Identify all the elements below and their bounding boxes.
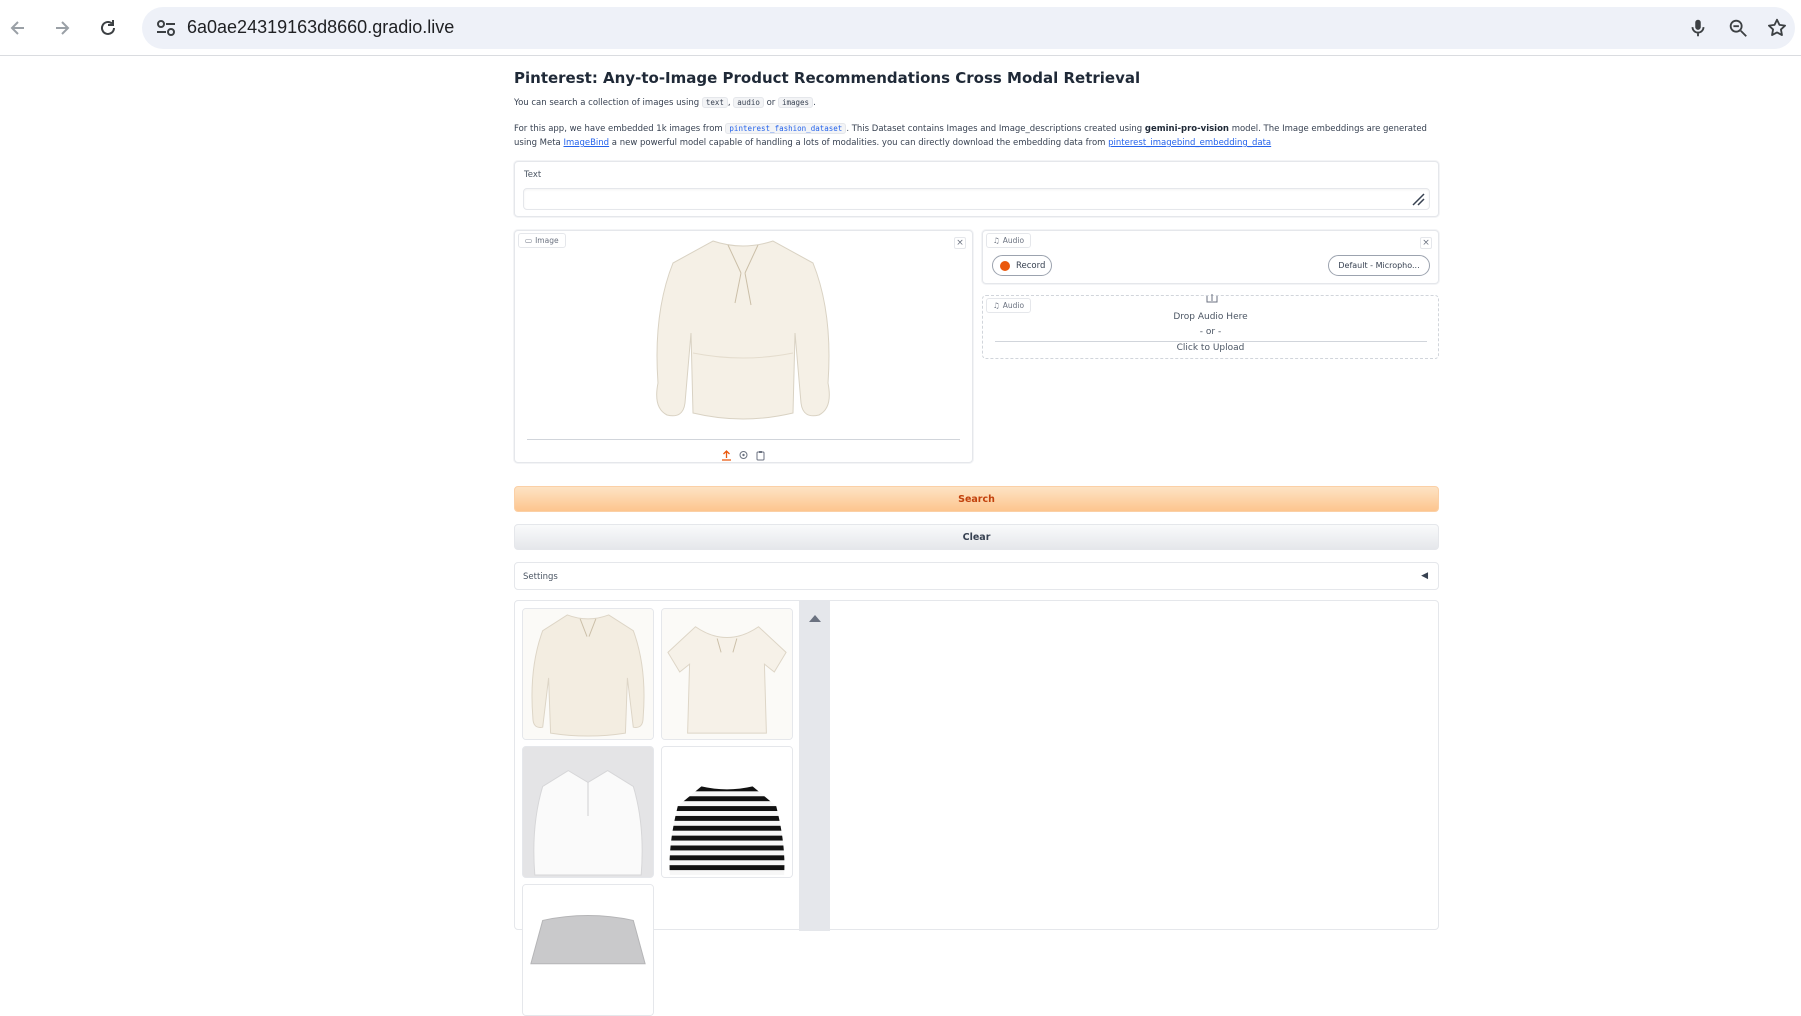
gallery-item[interactable] bbox=[661, 746, 793, 878]
audio-label-text: Audio bbox=[1002, 236, 1025, 245]
clear-button[interactable]: Clear bbox=[514, 524, 1439, 550]
resize-handle-icon[interactable] bbox=[1410, 191, 1426, 207]
intro-text: You can search a collection of images us… bbox=[514, 98, 700, 108]
model-name: gemini-pro-vision bbox=[1144, 124, 1229, 134]
microphone-icon[interactable] bbox=[1686, 16, 1710, 40]
code-audio: audio bbox=[733, 97, 764, 108]
imagebind-link[interactable]: ImageBind bbox=[563, 138, 609, 148]
clipboard-icon[interactable] bbox=[755, 446, 766, 461]
music-note-icon: ♫ bbox=[993, 236, 1000, 245]
image-input-block[interactable]: ▭ Image × bbox=[514, 230, 973, 463]
or-text: - or - bbox=[1199, 327, 1222, 337]
gallery-item[interactable] bbox=[522, 884, 654, 1016]
image-divider bbox=[527, 439, 960, 440]
forward-icon[interactable] bbox=[46, 12, 78, 44]
text-input[interactable] bbox=[523, 188, 1430, 210]
text-label: Text bbox=[524, 170, 542, 180]
record-dot-icon bbox=[1000, 260, 1010, 271]
results-gallery bbox=[514, 600, 1439, 1016]
description-paragraph: For this app, we have embedded 1k images… bbox=[514, 122, 1439, 150]
image-icon: ▭ bbox=[525, 236, 533, 245]
close-icon[interactable]: × bbox=[1420, 237, 1432, 249]
browser-toolbar: 6a0ae24319163d8660.gradio.live bbox=[0, 0, 1801, 56]
microphone-select[interactable]: Default - Micropho... bbox=[1328, 255, 1430, 276]
upload-icon[interactable] bbox=[721, 446, 732, 461]
settings-accordion[interactable]: Settings ◀ bbox=[514, 562, 1439, 590]
record-button[interactable]: Record bbox=[992, 255, 1052, 276]
desc-text-1: For this app, we have embedded 1k images… bbox=[514, 124, 723, 134]
text-input-block: Text bbox=[514, 161, 1439, 217]
audio-label: ♫ Audio bbox=[986, 233, 1032, 248]
reload-icon[interactable] bbox=[92, 12, 124, 44]
gallery-item[interactable] bbox=[522, 746, 654, 878]
address-bar[interactable]: 6a0ae24319163d8660.gradio.live bbox=[142, 7, 1795, 49]
drop-audio-text: Drop Audio Here bbox=[1173, 312, 1248, 322]
music-note-icon: ♫ bbox=[993, 301, 1000, 310]
upload-icon bbox=[1206, 294, 1218, 303]
click-upload-text[interactable]: Click to Upload bbox=[983, 343, 1438, 353]
uploaded-blouse-image bbox=[656, 240, 830, 420]
gallery-item[interactable] bbox=[522, 608, 654, 740]
page-title: Pinterest: Any-to-Image Product Recommen… bbox=[514, 69, 1141, 87]
audio-label-text: Audio bbox=[1002, 301, 1025, 310]
period-text: . bbox=[813, 98, 816, 108]
embedding-data-link[interactable]: pinterest_imagebind_embedding_data bbox=[1108, 138, 1271, 148]
audio-record-block: ♫ Audio × Record Default - Micropho... bbox=[982, 230, 1439, 284]
settings-label: Settings bbox=[523, 572, 558, 582]
striped-top-image bbox=[662, 747, 792, 877]
audio-label: ♫ Audio bbox=[986, 298, 1032, 313]
bookmark-star-icon[interactable] bbox=[1765, 16, 1789, 40]
white-shirt-image bbox=[523, 747, 653, 877]
scroll-up-icon[interactable] bbox=[809, 615, 821, 622]
close-icon[interactable]: × bbox=[954, 237, 966, 249]
gallery-item[interactable] bbox=[661, 608, 793, 740]
webcam-icon[interactable] bbox=[738, 446, 749, 459]
desc-text-4: a new powerful model capable of handling… bbox=[611, 138, 1106, 148]
search-button[interactable]: Search bbox=[514, 486, 1439, 512]
back-icon[interactable] bbox=[2, 12, 34, 44]
or-text: or bbox=[766, 98, 776, 108]
intro-paragraph: You can search a collection of images us… bbox=[514, 97, 816, 108]
grey-sweater-image bbox=[523, 885, 653, 1015]
site-info-icon[interactable] bbox=[154, 17, 178, 39]
desc-text-2: . This Dataset contains Images and Image… bbox=[846, 124, 1143, 134]
image-label: ▭ Image bbox=[518, 233, 566, 248]
image-toolbar bbox=[721, 446, 766, 461]
audio-upload-block[interactable]: ♫ Audio Drop Audio Here - or - Click to … bbox=[982, 294, 1439, 359]
blouse-image bbox=[523, 609, 653, 739]
zoom-icon[interactable] bbox=[1726, 16, 1750, 40]
code-text: text bbox=[701, 97, 728, 108]
record-label: Record bbox=[1016, 260, 1046, 271]
tie-tee-image bbox=[662, 609, 792, 739]
upload-divider bbox=[995, 341, 1427, 342]
gallery-scrollbar[interactable] bbox=[799, 601, 830, 931]
dataset-code[interactable]: pinterest_fashion_dataset bbox=[725, 123, 847, 134]
code-images: images bbox=[777, 97, 814, 108]
image-label-text: Image bbox=[535, 236, 559, 245]
separator-text: , bbox=[727, 98, 731, 108]
url-text[interactable]: 6a0ae24319163d8660.gradio.live bbox=[187, 17, 454, 38]
caret-left-icon[interactable]: ◀ bbox=[1421, 571, 1428, 581]
